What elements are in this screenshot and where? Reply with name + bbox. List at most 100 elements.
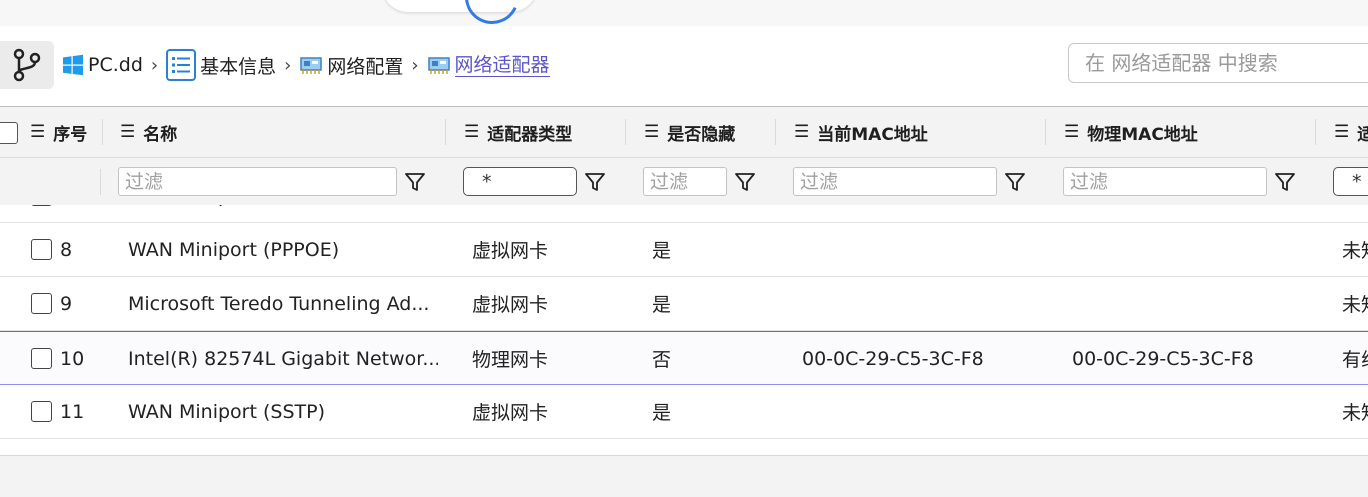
cell-hidden: 是 [652, 240, 672, 262]
row-checkbox[interactable] [31, 401, 52, 422]
row-checkbox[interactable] [31, 239, 52, 260]
chevron-right-icon: › [411, 54, 419, 76]
row-checkbox[interactable] [31, 293, 52, 314]
row-checkbox[interactable] [31, 205, 52, 206]
breadcrumb-item-pc[interactable]: PC.dd [62, 47, 143, 83]
column-menu-icon: ☰ [1064, 122, 1080, 142]
column-header-extra[interactable]: ☰ 适 [1334, 107, 1368, 157]
hidden-filter-input[interactable] [643, 167, 727, 196]
filter-icon[interactable] [583, 170, 607, 194]
status-bar [0, 455, 1368, 497]
column-header-name[interactable]: ☰ 名称 [120, 107, 177, 157]
column-divider[interactable] [775, 119, 776, 145]
cell-extra: 有线 [1342, 349, 1368, 371]
current-mac-filter-input[interactable] [793, 167, 997, 196]
column-label: 适配器类型 [487, 124, 573, 145]
column-label: 适 [1357, 120, 1368, 145]
column-divider[interactable] [625, 119, 626, 145]
cell-extra: 未知 [1342, 294, 1368, 316]
cell-physical-mac: 00-0C-29-C5-3C-F8 [1072, 347, 1254, 370]
filter-icon[interactable] [733, 170, 757, 194]
column-header-hidden[interactable]: ☰ 是否隐藏 [644, 107, 735, 157]
filter-icon[interactable] [1003, 170, 1027, 194]
column-label: 当前MAC地址 [817, 124, 928, 145]
top-strip [0, 0, 1368, 26]
breadcrumb-label: PC.dd [88, 54, 143, 76]
column-label: 物理MAC地址 [1087, 124, 1198, 145]
branch-button[interactable] [0, 41, 54, 89]
cell-type: 虚拟网卡 [472, 402, 549, 424]
cell-hidden: 是 [652, 402, 672, 424]
cell-name: Intel(R) 82574L Gigabit Networ... [128, 347, 438, 370]
network-card-icon [427, 57, 450, 74]
search-box[interactable] [1068, 43, 1368, 83]
column-divider[interactable] [1045, 119, 1046, 145]
chevron-right-icon: › [284, 54, 292, 76]
table-row[interactable]: 8 WAN Miniport (PPPOE) 虚拟网卡 是 未知 [0, 223, 1368, 277]
column-label: 是否隐藏 [667, 124, 736, 145]
cell-type: 虚拟网卡 [472, 294, 549, 316]
column-menu-icon: ☰ [464, 122, 480, 142]
row-checkbox[interactable] [31, 348, 52, 369]
cell-name: Microsoft Teredo Tunneling Ad... [128, 292, 430, 315]
cell-extra: 未知 [1342, 402, 1368, 424]
column-header-index[interactable]: ☰ 序号 [30, 107, 87, 157]
breadcrumb-item-network-adapter[interactable]: 网络适配器 [427, 47, 550, 83]
breadcrumb-label: 网络适配器 [454, 53, 550, 77]
column-header-physical-mac[interactable]: ☰ 物理MAC地址 [1064, 107, 1198, 157]
column-divider [100, 169, 101, 195]
physical-mac-filter-input[interactable] [1063, 167, 1267, 196]
breadcrumb-item-basic-info[interactable]: 基本信息 [166, 47, 276, 83]
cell-hidden: 是 [652, 205, 671, 222]
cell-current-mac: 00-0C-29-C5-3C-F8 [802, 347, 984, 370]
name-filter-input[interactable] [118, 167, 397, 196]
column-menu-icon: ☰ [644, 122, 660, 142]
select-all-checkbox[interactable] [0, 122, 18, 144]
column-header-type[interactable]: ☰ 适配器类型 [464, 107, 572, 157]
cell-index: 9 [60, 292, 73, 315]
breadcrumb-label: 网络配置 [327, 55, 404, 78]
column-divider[interactable] [102, 119, 103, 145]
branch-icon [13, 48, 41, 82]
column-menu-icon: ☰ [794, 122, 810, 142]
filter-icon[interactable] [1273, 170, 1297, 194]
cell-index: 7 [60, 205, 72, 222]
cell-index: 11 [60, 400, 85, 423]
breadcrumb-label: 基本信息 [200, 55, 277, 78]
cell-type: 物理网卡 [472, 349, 549, 371]
table-body: 7 WAN Miniport (PPTP) 虚拟网卡 是 未 8 WAN Min… [0, 205, 1368, 455]
filter-row [0, 157, 1368, 205]
column-header-current-mac[interactable]: ☰ 当前MAC地址 [794, 107, 928, 157]
breadcrumb: PC.dd › 基本信息 › 网络配置 › 网络适配器 [62, 47, 550, 83]
search-input[interactable] [1069, 44, 1368, 82]
cell-name: WAN Miniport (PPTP) [128, 205, 438, 222]
column-label: 序号 [53, 124, 88, 145]
table-row[interactable]: 9 Microsoft Teredo Tunneling Ad... 虚拟网卡 … [0, 277, 1368, 331]
windows-icon [63, 54, 83, 76]
cell-name: WAN Miniport (SSTP) [128, 400, 325, 423]
cell-hidden: 否 [652, 349, 672, 371]
cell-hidden: 是 [652, 294, 672, 316]
filter-icon[interactable] [403, 170, 427, 194]
column-menu-icon: ☰ [120, 122, 136, 142]
table-row[interactable]: 7 WAN Miniport (PPTP) 虚拟网卡 是 未 [0, 205, 1368, 223]
column-divider[interactable] [445, 119, 446, 145]
table-row[interactable]: 11 WAN Miniport (SSTP) 虚拟网卡 是 未知 [0, 385, 1368, 439]
column-label: 名称 [143, 124, 178, 145]
cell-type: 虚拟网卡 [472, 205, 548, 222]
cell-index: 8 [60, 238, 73, 261]
cell-extra: 未 [1342, 205, 1361, 222]
cell-name: WAN Miniport (PPPOE) [128, 238, 340, 261]
extra-filter-input[interactable] [1333, 167, 1368, 196]
network-card-icon [300, 57, 323, 74]
cell-type: 虚拟网卡 [472, 240, 549, 262]
breadcrumb-item-network-config[interactable]: 网络配置 [299, 47, 403, 83]
list-icon [166, 49, 197, 81]
table-header: ☰ 序号 ☰ 名称 ☰ 适配器类型 ☰ 是否隐藏 ☰ 当前MAC地址 ☰ 物理M… [0, 107, 1368, 157]
column-menu-icon: ☰ [30, 122, 46, 142]
type-filter-input[interactable] [463, 167, 577, 196]
table-row-selected[interactable]: 10 Intel(R) 82574L Gigabit Networ... 物理网… [0, 331, 1368, 385]
cell-extra: 未知 [1342, 240, 1368, 262]
cell-index: 10 [60, 347, 85, 370]
column-divider[interactable] [1315, 119, 1316, 145]
